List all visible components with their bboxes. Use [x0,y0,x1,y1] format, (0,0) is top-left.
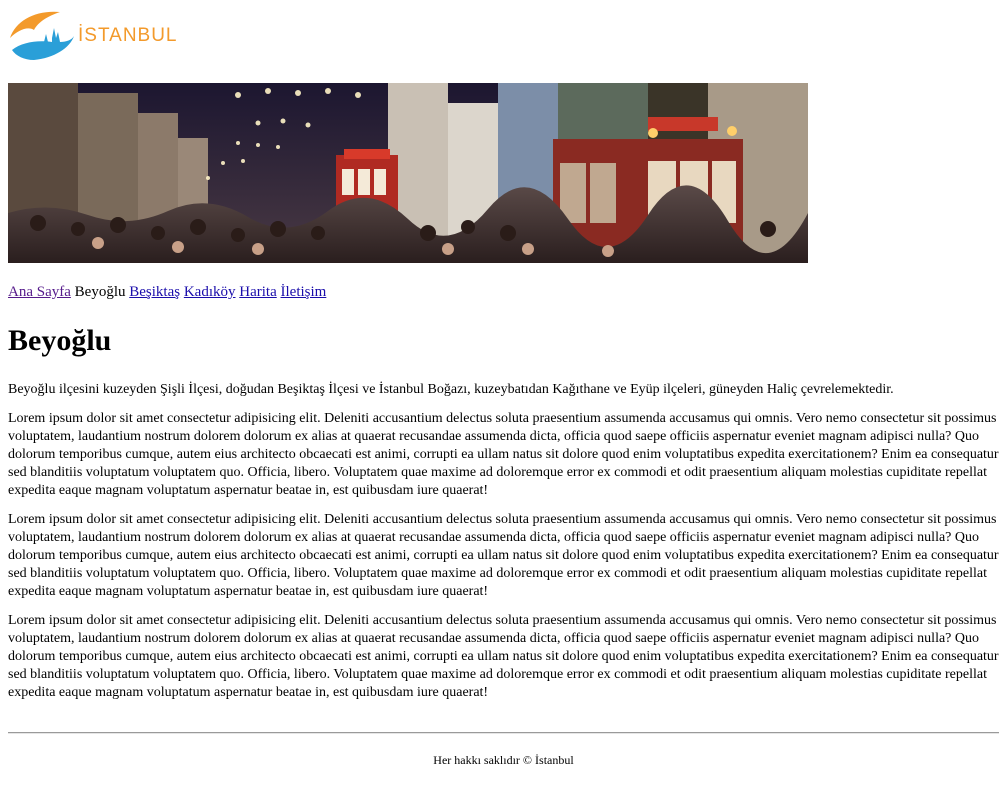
body-paragraph: Lorem ipsum dolor sit amet consectetur a… [8,512,999,599]
nav-link-kadikoy[interactable]: Kadıköy [184,284,236,300]
page-title: Beyoğlu [8,324,112,357]
nav-link-besiktas[interactable]: Beşiktaş [129,284,180,300]
istanbul-logo-icon [10,11,74,60]
site-logo[interactable]: İSTANBUL [8,8,178,64]
nav-link-iletisim[interactable]: İletişim [281,284,327,300]
nav-item-beyoglu-current: Beyoğlu [74,284,126,300]
footer-copyright: Her hakkı saklıdır © İstanbul [433,753,574,767]
nav-link-harita[interactable]: Harita [239,284,276,300]
istiklal-street-tram-photo [8,83,808,263]
logo-text: İSTANBUL [78,25,178,46]
nav-link-ana-sayfa[interactable]: Ana Sayfa [8,284,71,300]
body-paragraph: Lorem ipsum dolor sit amet consectetur a… [8,411,999,498]
main-content: Beyoğlu ilçesini kuzeyden Şişli İlçesi, … [8,381,999,713]
footer-divider [8,732,999,734]
intro-paragraph: Beyoğlu ilçesini kuzeyden Şişli İlçesi, … [8,382,894,397]
main-nav: Ana Sayfa Beyoğlu Beşiktaş Kadıköy Harit… [8,283,326,303]
body-paragraph: Lorem ipsum dolor sit amet consectetur a… [8,613,999,700]
